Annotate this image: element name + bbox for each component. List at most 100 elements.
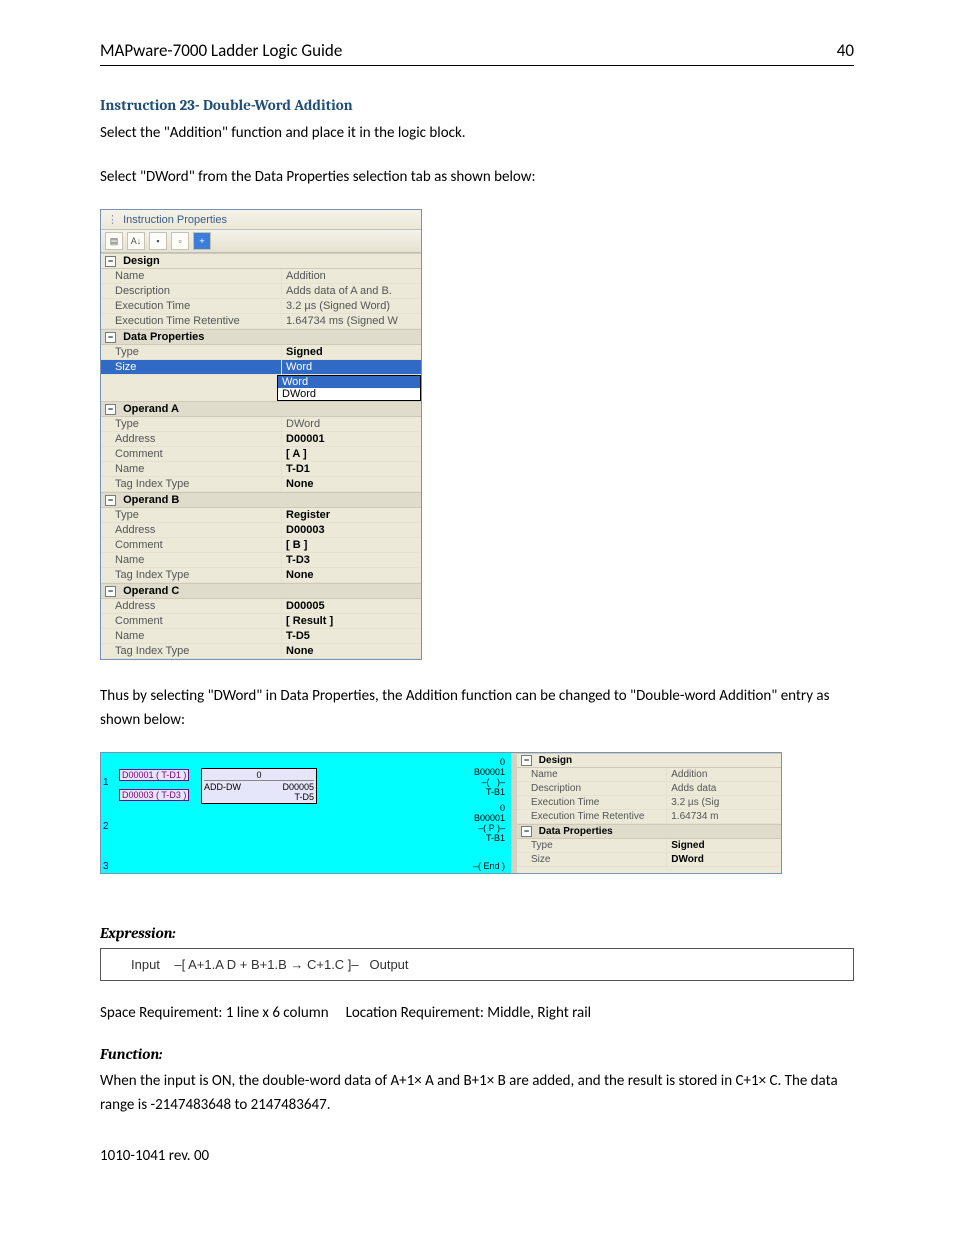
prop-value: DWord bbox=[666, 853, 781, 866]
section-operand-c[interactable]: − Operand C bbox=[101, 583, 421, 599]
prop-row[interactable]: NameAddition bbox=[517, 768, 781, 782]
function-heading: Function: bbox=[100, 1045, 854, 1063]
collapse-icon[interactable]: − bbox=[521, 755, 532, 766]
prop-value: Adds data bbox=[666, 782, 781, 795]
prop-key: Comment bbox=[101, 538, 281, 552]
prop-row[interactable]: TypeDWord bbox=[101, 417, 421, 432]
prop-row[interactable]: Execution Time3.2 µs (Sig bbox=[517, 796, 781, 810]
requirements: Space Requirement: 1 line x 6 column Loc… bbox=[100, 1001, 854, 1025]
prop-row[interactable]: Execution Time Retentive1.64734 m bbox=[517, 810, 781, 824]
prop-row[interactable]: AddressD00005 bbox=[101, 599, 421, 614]
paragraph-3: Thus by selecting "DWord" in Data Proper… bbox=[100, 684, 854, 732]
prop-value: None bbox=[281, 644, 421, 658]
coil-2: 0 B00001 –( P )– T-B1 bbox=[474, 803, 505, 843]
instruction-block[interactable]: 0 ADD-DW D00005 T-D5 bbox=[201, 768, 317, 804]
ladder-diagram: 1 2 3 D00001 ( T-D1 ) D00003 ( T-D3 ) 0 … bbox=[101, 753, 517, 873]
prop-row[interactable]: Execution Time Retentive1.64734 ms (Sign… bbox=[101, 314, 421, 329]
prop-value: 3.2 µs (Signed Word) bbox=[281, 299, 421, 313]
function-body: When the input is ON, the double-word da… bbox=[100, 1069, 854, 1117]
prop-value: Signed bbox=[666, 839, 781, 852]
toolbar-icon-5[interactable]: + bbox=[193, 232, 211, 250]
prop-row[interactable]: Tag Index TypeNone bbox=[101, 477, 421, 492]
side-section-design[interactable]: − Design bbox=[517, 753, 781, 768]
rung-number-2: 2 bbox=[103, 821, 109, 832]
prop-row[interactable]: Comment[ B ] bbox=[101, 538, 421, 553]
prop-row[interactable]: NameT-D1 bbox=[101, 462, 421, 477]
operand-b-box[interactable]: D00003 ( T-D3 ) bbox=[119, 789, 189, 801]
prop-key: Tag Index Type bbox=[101, 477, 281, 491]
grip-icon: ⋮ bbox=[107, 214, 116, 226]
collapse-icon[interactable]: − bbox=[105, 256, 116, 267]
toolbar-icon-3[interactable]: ▪ bbox=[149, 232, 167, 250]
collapse-icon[interactable]: − bbox=[105, 332, 116, 343]
prop-row[interactable]: Tag Index TypeNone bbox=[101, 568, 421, 583]
size-dropdown[interactable]: Word DWord bbox=[277, 375, 421, 401]
section-data-properties[interactable]: − Data Properties bbox=[101, 329, 421, 345]
operand-a-box[interactable]: D00001 ( T-D1 ) bbox=[119, 769, 189, 781]
prop-row-size[interactable]: Size Word bbox=[101, 360, 421, 375]
dropdown-option-word[interactable]: Word bbox=[278, 376, 420, 388]
prop-row[interactable]: Execution Time3.2 µs (Signed Word) bbox=[101, 299, 421, 314]
prop-row[interactable]: SizeDWord bbox=[517, 853, 781, 867]
section-operand-a[interactable]: − Operand A bbox=[101, 401, 421, 417]
prop-key: Name bbox=[101, 462, 281, 476]
collapse-icon[interactable]: − bbox=[105, 404, 116, 415]
dropdown-option-dword[interactable]: DWord bbox=[278, 388, 420, 400]
prop-value: 1.64734 ms (Signed W bbox=[281, 314, 421, 328]
paragraph-1: Select the "Addition" function and place… bbox=[100, 121, 854, 145]
panel-title-text: Instruction Properties bbox=[123, 214, 227, 226]
prop-key: Type bbox=[517, 839, 666, 852]
prop-value: 1.64734 m bbox=[666, 810, 781, 823]
prop-value: [ A ] bbox=[281, 447, 421, 461]
panel-toolbar: ▤ A↓ ▪ ▫ + bbox=[101, 230, 421, 253]
instruction-number: Instruction 23- bbox=[100, 96, 200, 114]
side-section-data-properties[interactable]: − Data Properties bbox=[517, 824, 781, 839]
expression-heading: Expression: bbox=[100, 924, 854, 942]
prop-value: None bbox=[281, 477, 421, 491]
prop-row[interactable]: Comment[ A ] bbox=[101, 447, 421, 462]
rung-number-3: 3 bbox=[103, 861, 109, 872]
prop-key: Description bbox=[517, 782, 666, 795]
section-operand-b[interactable]: − Operand B bbox=[101, 492, 421, 508]
side-properties-panel: − Design NameAdditionDescriptionAdds dat… bbox=[517, 753, 781, 873]
prop-key: Tag Index Type bbox=[101, 568, 281, 582]
prop-value: T-D3 bbox=[281, 553, 421, 567]
prop-row[interactable]: NameT-D5 bbox=[101, 629, 421, 644]
prop-key: Tag Index Type bbox=[101, 644, 281, 658]
prop-key: Type bbox=[101, 417, 281, 431]
toolbar-categorize-icon[interactable]: ▤ bbox=[105, 232, 123, 250]
prop-row[interactable]: TypeSigned bbox=[517, 839, 781, 853]
prop-row[interactable]: Tag Index TypeNone bbox=[101, 644, 421, 659]
toolbar-sort-icon[interactable]: A↓ bbox=[127, 232, 145, 250]
prop-row[interactable]: NameT-D3 bbox=[101, 553, 421, 568]
collapse-icon[interactable]: − bbox=[521, 826, 532, 837]
prop-key: Address bbox=[101, 599, 281, 613]
toolbar-icon-4[interactable]: ▫ bbox=[171, 232, 189, 250]
prop-row[interactable]: NameAddition bbox=[101, 269, 421, 284]
prop-row-type[interactable]: Type Signed bbox=[101, 345, 421, 360]
prop-key: Size bbox=[517, 853, 666, 866]
page-header: MAPware-7000 Ladder Logic Guide 40 bbox=[100, 40, 854, 66]
prop-row[interactable]: TypeRegister bbox=[101, 508, 421, 523]
prop-row[interactable]: DescriptionAdds data of A and B. bbox=[101, 284, 421, 299]
collapse-icon[interactable]: − bbox=[105, 586, 116, 597]
instruction-add: Addition bbox=[294, 96, 352, 114]
footer-revision: 1010-1041 rev. 00 bbox=[100, 1147, 854, 1165]
panel-title-bar: ⋮ Instruction Properties bbox=[101, 210, 421, 230]
doc-title: MAPware-7000 Ladder Logic Guide bbox=[100, 40, 342, 61]
section-design[interactable]: − Design bbox=[101, 253, 421, 269]
prop-key: Comment bbox=[101, 447, 281, 461]
prop-row[interactable]: DescriptionAdds data bbox=[517, 782, 781, 796]
prop-key: Comment bbox=[101, 614, 281, 628]
prop-key: Execution Time bbox=[101, 299, 281, 313]
collapse-icon[interactable]: − bbox=[105, 495, 116, 506]
prop-row[interactable]: Comment[ Result ] bbox=[101, 614, 421, 629]
prop-row[interactable]: AddressD00001 bbox=[101, 432, 421, 447]
prop-value: D00005 bbox=[281, 599, 421, 613]
prop-value: 3.2 µs (Sig bbox=[666, 796, 781, 809]
expression-input: Input bbox=[131, 957, 160, 972]
prop-value: Register bbox=[281, 508, 421, 522]
expression-body: –[ A+1.A D + B+1.B → C+1.C ]– bbox=[174, 957, 358, 972]
prop-row[interactable]: AddressD00003 bbox=[101, 523, 421, 538]
instruction-properties-panel: ⋮ Instruction Properties ▤ A↓ ▪ ▫ + − De… bbox=[100, 209, 422, 660]
